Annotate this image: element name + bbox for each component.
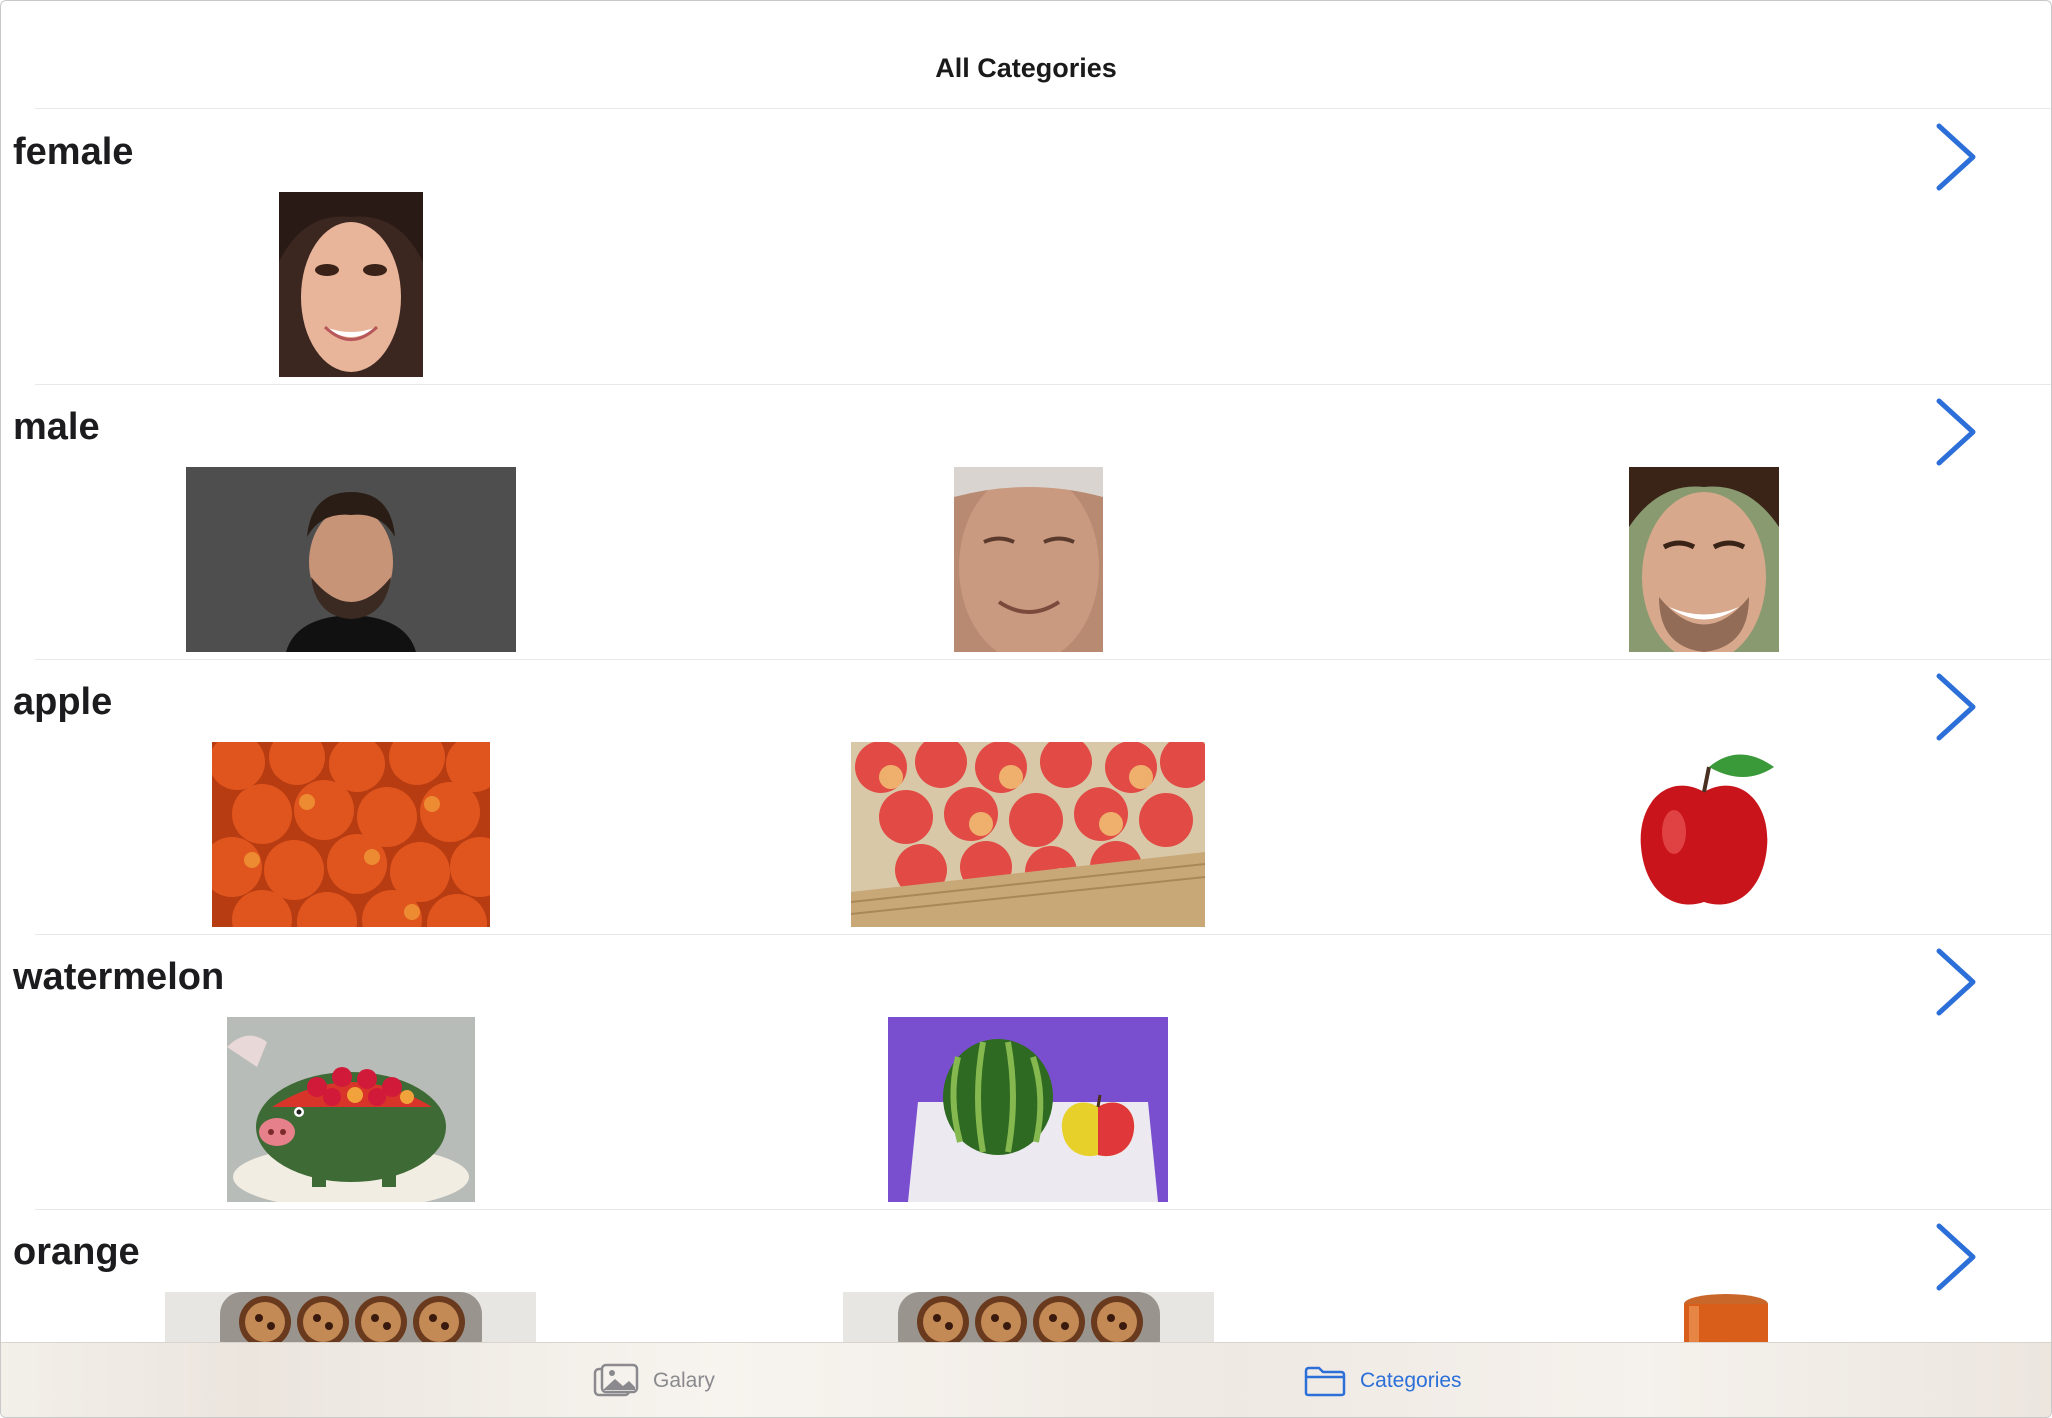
section-title: watermelon: [13, 956, 225, 998]
thumbnail-apple-crate[interactable]: [851, 742, 1205, 927]
chevron-right-icon[interactable]: [1931, 1220, 1979, 1294]
chevron-right-icon[interactable]: [1931, 120, 1979, 194]
thumbnail-apple-pile[interactable]: [212, 742, 490, 927]
thumbnail-male-portrait-3[interactable]: [1629, 467, 1779, 652]
category-section-watermelon: watermelon: [1, 935, 2051, 1210]
thumbnail-apple-single[interactable]: [1629, 742, 1779, 927]
chevron-right-icon[interactable]: [1931, 945, 1979, 1019]
thumbnail-female-face[interactable]: [279, 192, 423, 377]
page-title: All Categories: [935, 53, 1117, 83]
chevron-right-icon[interactable]: [1931, 395, 1979, 469]
category-section-male: male: [1, 385, 2051, 660]
thumbnail-male-portrait-2[interactable]: [954, 467, 1103, 652]
tab-label: Galary: [653, 1369, 715, 1392]
app-window: All Categories female male apple waterme…: [0, 0, 2052, 1418]
thumbnail-male-portrait-1[interactable]: [186, 467, 516, 652]
section-title: female: [13, 131, 134, 173]
category-section-apple: apple: [1, 660, 2051, 935]
section-title: apple: [13, 681, 113, 723]
tab-label: Categories: [1360, 1369, 1462, 1392]
tab-bar: Galary Categories: [1, 1342, 2051, 1417]
divider: [35, 108, 2051, 109]
tab-categories[interactable]: Categories: [1304, 1363, 1462, 1399]
section-title: orange: [13, 1231, 140, 1273]
navigation-bar: All Categories: [1, 1, 2051, 109]
category-section-female: female: [1, 110, 2051, 385]
thumbnail-watermelon-still-life[interactable]: [888, 1017, 1168, 1202]
folder-icon: [1304, 1365, 1346, 1397]
tab-galary[interactable]: Galary: [593, 1363, 715, 1399]
thumbnail-watermelon-pig[interactable]: [227, 1017, 475, 1202]
section-title: male: [13, 406, 100, 448]
photos-icon: [593, 1363, 639, 1399]
chevron-right-icon[interactable]: [1931, 670, 1979, 744]
